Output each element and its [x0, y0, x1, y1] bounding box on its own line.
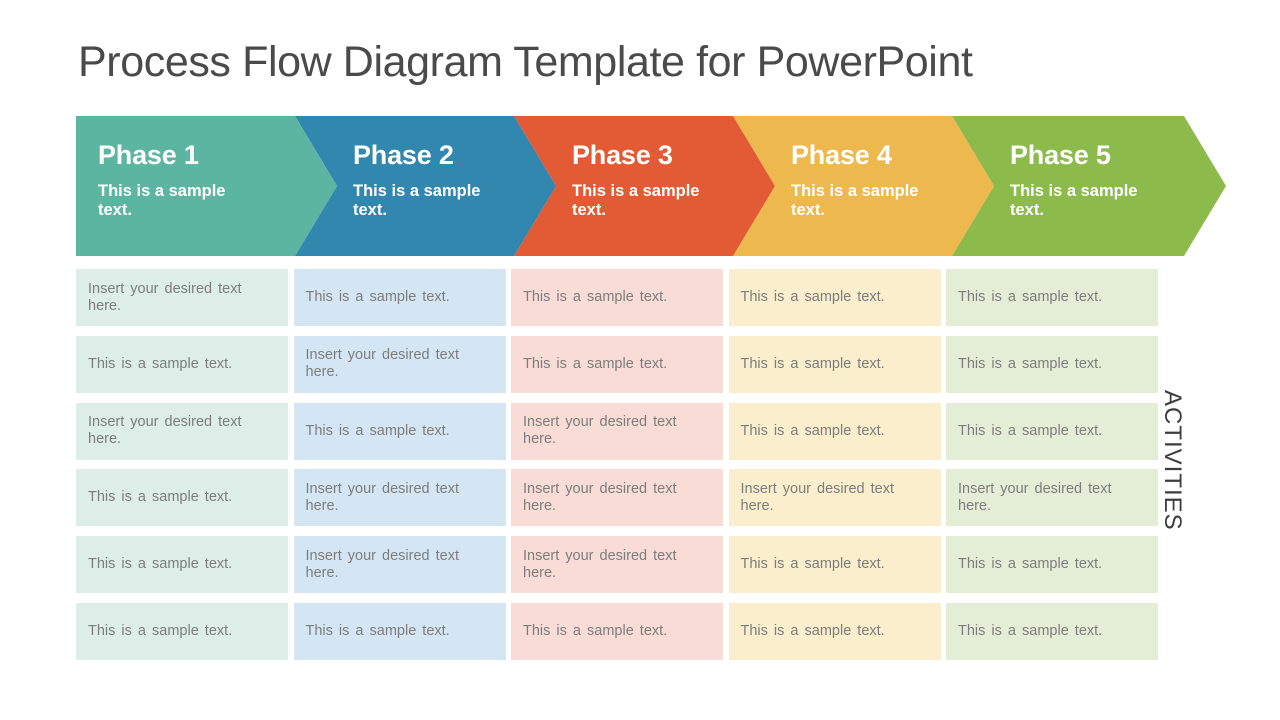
- activity-cell-text: This is a sample text.: [523, 623, 668, 639]
- activity-cell-text: Insert your desired text here.: [305, 347, 460, 381]
- activity-cell[interactable]: This is a sample text.: [511, 269, 723, 326]
- activity-cell[interactable]: This is a sample text.: [728, 335, 941, 393]
- phase-chevron-subtitle-3: This is a sample text.: [572, 182, 700, 219]
- activity-cell-text: Insert your desired text here.: [958, 480, 1112, 514]
- activity-cell-text: This is a sample text.: [88, 355, 233, 372]
- activity-cell[interactable]: This is a sample text.: [946, 402, 1158, 460]
- activity-cell-text: This is a sample text.: [305, 422, 450, 439]
- activity-cell[interactable]: Insert your desired text here.: [511, 402, 723, 460]
- phase-chevron-subtitle-1: This is a sample text.: [98, 182, 226, 219]
- activity-cell-text: This is a sample text.: [740, 556, 885, 573]
- activity-cell[interactable]: This is a sample text.: [76, 536, 288, 594]
- phase-chevron-title-1: Phase 1: [98, 140, 199, 170]
- activity-cell-text: This is a sample text.: [523, 355, 668, 372]
- activity-cell-text: Insert your desired text here.: [523, 480, 677, 514]
- activity-cell-text: This is a sample text.: [523, 289, 668, 305]
- activity-cell[interactable]: This is a sample text.: [946, 536, 1158, 594]
- activity-cell-text: This is a sample text.: [740, 355, 885, 372]
- activity-row: Insert your desired text here. This is a …: [76, 269, 1158, 326]
- activity-cell[interactable]: Insert your desired text here.: [293, 536, 506, 594]
- activity-cell-text: This is a sample text.: [88, 556, 233, 573]
- phase-chevron-title-4: Phase 4: [791, 140, 892, 170]
- activity-cell[interactable]: This is a sample text.: [511, 603, 723, 660]
- activity-cell-text: This is a sample text.: [958, 355, 1103, 372]
- slide-canvas: Process Flow Diagram Template for PowerP…: [0, 0, 1280, 720]
- activity-cell-text: This is a sample text.: [740, 422, 885, 439]
- activity-cell-text: This is a sample text.: [740, 289, 885, 305]
- activity-cell-text: This is a sample text.: [305, 289, 450, 305]
- activity-cell[interactable]: Insert your desired text here.: [76, 269, 288, 326]
- activity-cell[interactable]: This is a sample text.: [293, 603, 506, 660]
- activity-cell[interactable]: Insert your desired text here.: [293, 335, 506, 393]
- phase-chevron-title-3: Phase 3: [572, 140, 673, 170]
- activity-cell-text: This is a sample text.: [88, 489, 233, 506]
- activity-cell-text: Insert your desired text here.: [88, 414, 242, 448]
- activity-cell[interactable]: This is a sample text.: [728, 536, 941, 594]
- activity-cell[interactable]: Insert your desired text here.: [511, 469, 723, 527]
- activity-cell[interactable]: This is a sample text.: [76, 603, 288, 660]
- activity-cell[interactable]: This is a sample text.: [76, 335, 288, 393]
- activity-row: This is a sample text. This is a sample t…: [76, 603, 1158, 660]
- activity-cell[interactable]: This is a sample text.: [293, 269, 506, 326]
- activity-cell[interactable]: This is a sample text.: [511, 335, 723, 393]
- activity-cell-text: This is a sample text.: [305, 623, 450, 639]
- activity-cell[interactable]: This is a sample text.: [946, 603, 1158, 660]
- activity-row: This is a sample text. Insert your desire…: [76, 469, 1158, 527]
- activity-row: This is a sample text. Insert your desire…: [76, 536, 1158, 594]
- activity-cell-text: Insert your desired text here.: [88, 280, 242, 314]
- activity-cell[interactable]: This is a sample text.: [293, 402, 506, 460]
- activity-row: This is a sample text. Insert your desire…: [76, 335, 1158, 393]
- activity-cell-text: Insert your desired text here.: [523, 547, 677, 581]
- activity-row: Insert your desired text here. This is a …: [76, 402, 1158, 460]
- activity-cell[interactable]: This is a sample text.: [728, 603, 941, 660]
- activity-cell-text: This is a sample text.: [958, 556, 1103, 573]
- activity-cell-text: Insert your desired text here.: [305, 480, 460, 514]
- activity-cell-text: This is a sample text.: [958, 623, 1103, 639]
- phase-chevron-title-2: Phase 2: [353, 140, 454, 170]
- activity-cell[interactable]: Insert your desired text here.: [728, 469, 941, 527]
- activity-cell-text: This is a sample text.: [958, 422, 1103, 439]
- activity-cell[interactable]: Insert your desired text here.: [511, 536, 723, 594]
- activity-cell[interactable]: This is a sample text.: [76, 469, 288, 527]
- activity-cell[interactable]: This is a sample text.: [728, 402, 941, 460]
- phase-chevron-1[interactable]: Phase 1 This is a sample text.: [76, 116, 337, 256]
- activity-cell-text: Insert your desired text here.: [523, 414, 677, 448]
- activity-cell-text: This is a sample text.: [740, 623, 885, 639]
- activity-cell-text: This is a sample text.: [958, 289, 1103, 305]
- activities-grid: Insert your desired text here. This is a …: [76, 269, 1158, 661]
- activity-cell[interactable]: This is a sample text.: [946, 335, 1158, 393]
- activity-cell[interactable]: This is a sample text.: [728, 269, 941, 326]
- activity-cell[interactable]: Insert your desired text here.: [946, 469, 1158, 527]
- phase-chevron-band: Phase 1 This is a sample text. Phase 2 This…: [76, 116, 1226, 256]
- activity-cell-text: Insert your desired text here.: [740, 480, 895, 514]
- activity-cell-text: This is a sample text.: [88, 623, 233, 639]
- activity-cell[interactable]: Insert your desired text here.: [76, 402, 288, 460]
- page-title: Process Flow Diagram Template for PowerP…: [78, 38, 973, 86]
- phase-chevron-subtitle-4: This is a sample text.: [791, 182, 919, 219]
- phase-chevron-subtitle-2: This is a sample text.: [353, 182, 481, 219]
- activity-cell[interactable]: This is a sample text.: [946, 269, 1158, 326]
- activity-cell-text: Insert your desired text here.: [305, 547, 460, 581]
- phase-chevron-subtitle-5: This is a sample text.: [1010, 182, 1138, 219]
- activity-cell[interactable]: Insert your desired text here.: [293, 469, 506, 527]
- activities-axis-label: ACTIVITIES: [1159, 390, 1186, 531]
- phase-chevron-title-5: Phase 5: [1010, 140, 1111, 170]
